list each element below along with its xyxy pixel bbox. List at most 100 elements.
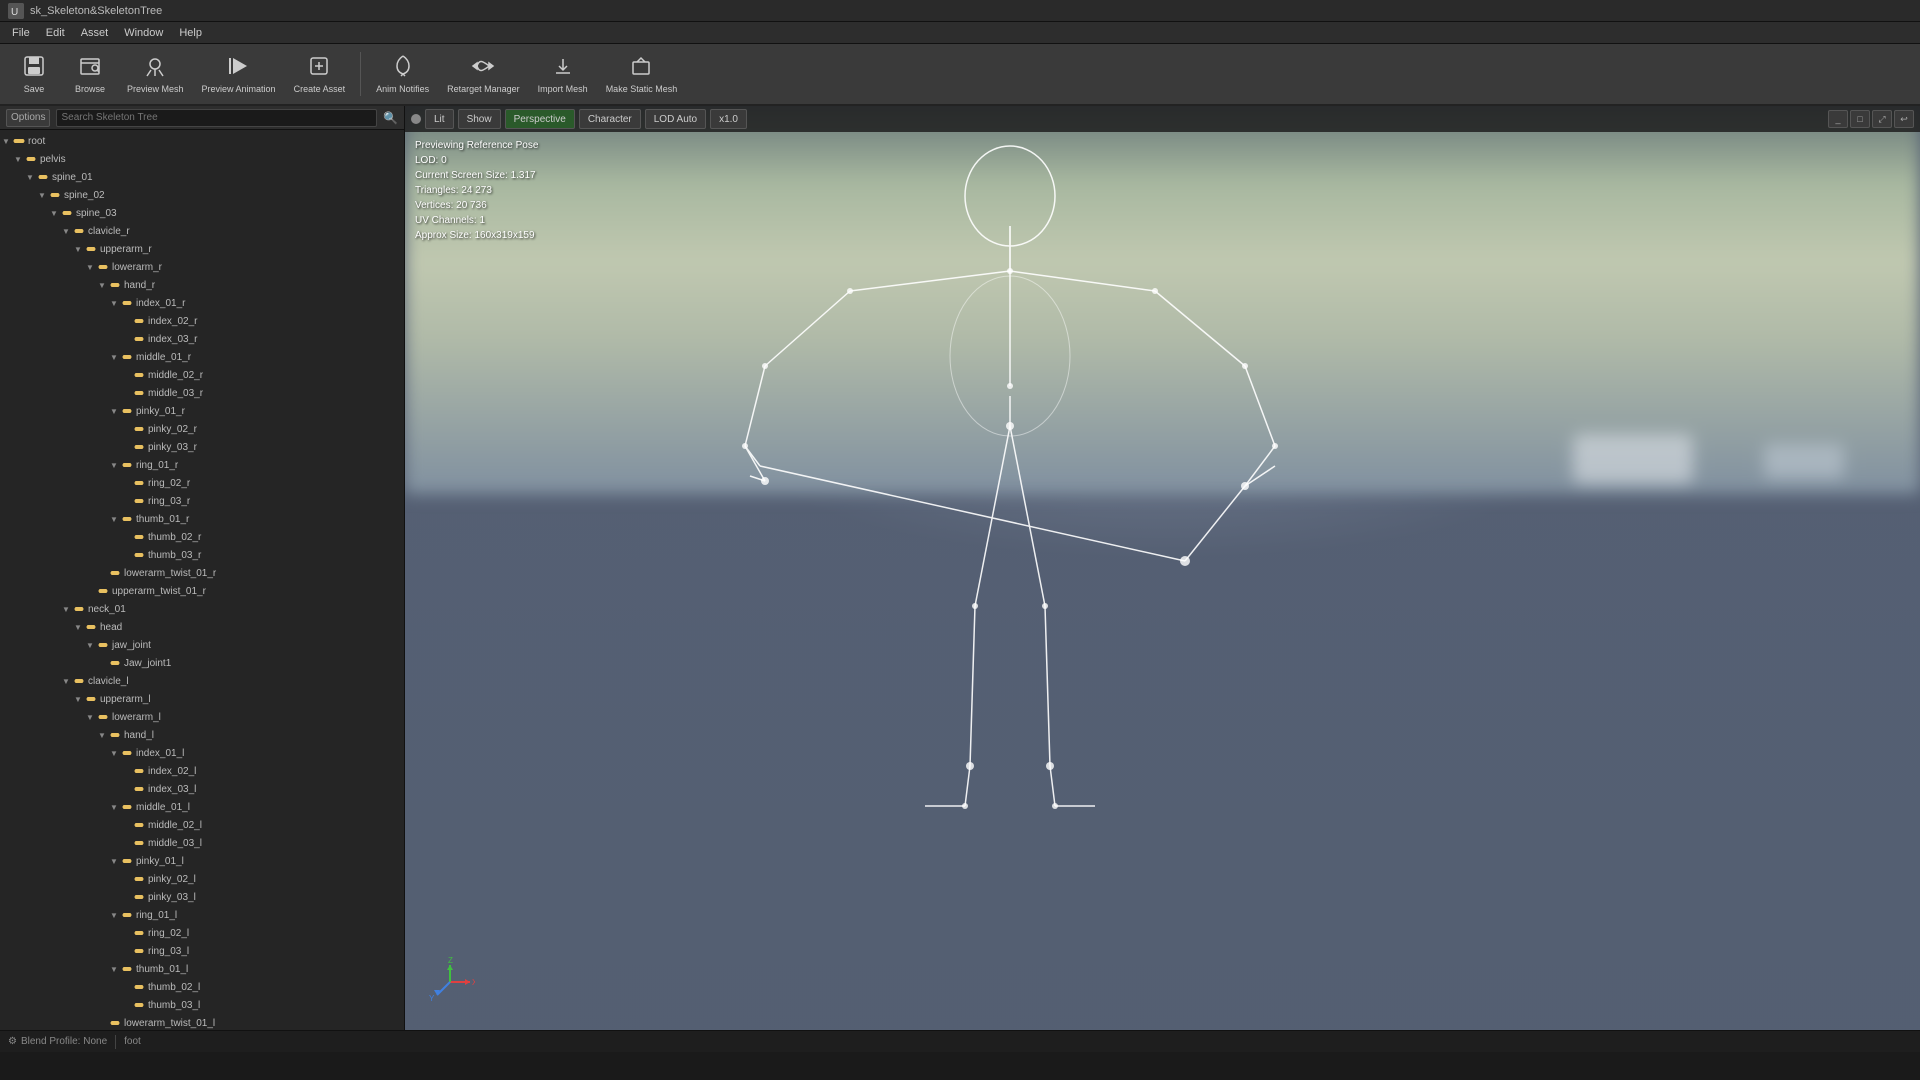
tree-node-thumb_01_l[interactable]: ▼thumb_01_l — [0, 960, 404, 978]
viewport-minimize[interactable]: _ — [1828, 110, 1848, 128]
tree-node-index_01_l[interactable]: ▼index_01_l — [0, 744, 404, 762]
perspective-button[interactable]: Perspective — [505, 109, 575, 129]
viewport-fullscreen[interactable]: ⤢ — [1872, 110, 1892, 128]
menu-help[interactable]: Help — [171, 25, 210, 41]
expand-middle_03_l[interactable] — [120, 837, 132, 849]
tree-node-ring_03_l[interactable]: ring_03_l — [0, 942, 404, 960]
tree-node-middle_01_r[interactable]: ▼middle_01_r — [0, 348, 404, 366]
expand-ring_02_l[interactable] — [120, 927, 132, 939]
tree-node-thumb_03_r[interactable]: thumb_03_r — [0, 546, 404, 564]
tree-node-middle_01_l[interactable]: ▼middle_01_l — [0, 798, 404, 816]
expand-pinky_01_r[interactable]: ▼ — [108, 405, 120, 417]
tree-node-middle_02_l[interactable]: middle_02_l — [0, 816, 404, 834]
tree-node-thumb_01_r[interactable]: ▼thumb_01_r — [0, 510, 404, 528]
expand-middle_02_r[interactable] — [120, 369, 132, 381]
menu-asset[interactable]: Asset — [73, 25, 117, 41]
expand-pelvis[interactable]: ▼ — [12, 153, 24, 165]
tree-node-hand_l[interactable]: ▼hand_l — [0, 726, 404, 744]
tree-node-lowerarm_r[interactable]: ▼lowerarm_r — [0, 258, 404, 276]
expand-index_02_l[interactable] — [120, 765, 132, 777]
tree-node-upperarm_r[interactable]: ▼upperarm_r — [0, 240, 404, 258]
tree-node-spine_01[interactable]: ▼spine_01 — [0, 168, 404, 186]
tree-node-lowerarm_twist_01_r[interactable]: lowerarm_twist_01_r — [0, 564, 404, 582]
tree-node-root[interactable]: ▼root — [0, 132, 404, 150]
tree-node-pelvis[interactable]: ▼pelvis — [0, 150, 404, 168]
save-button[interactable]: Save — [8, 47, 60, 101]
expand-lowerarm_twist_01_r[interactable] — [96, 567, 108, 579]
expand-ring_03_r[interactable] — [120, 495, 132, 507]
expand-hand_r[interactable]: ▼ — [96, 279, 108, 291]
tree-node-clavicle_r[interactable]: ▼clavicle_r — [0, 222, 404, 240]
expand-pinky_02_l[interactable] — [120, 873, 132, 885]
preview-mesh-button[interactable]: Preview Mesh — [120, 47, 191, 101]
expand-index_02_r[interactable] — [120, 315, 132, 327]
tree-node-head[interactable]: ▼head — [0, 618, 404, 636]
tree-node-index_02_r[interactable]: index_02_r — [0, 312, 404, 330]
tree-node-middle_03_l[interactable]: middle_03_l — [0, 834, 404, 852]
anim-notifies-button[interactable]: Anim Notifies — [369, 47, 436, 101]
search-input[interactable] — [56, 109, 377, 127]
viewport-restore[interactable]: ↩ — [1894, 110, 1914, 128]
expand-hand_l[interactable]: ▼ — [96, 729, 108, 741]
expand-pinky_03_r[interactable] — [120, 441, 132, 453]
tree-node-spine_03[interactable]: ▼spine_03 — [0, 204, 404, 222]
tree-node-index_01_r[interactable]: ▼index_01_r — [0, 294, 404, 312]
expand-pinky_03_l[interactable] — [120, 891, 132, 903]
expand-ring_02_r[interactable] — [120, 477, 132, 489]
expand-middle_01_l[interactable]: ▼ — [108, 801, 120, 813]
tree-node-ring_01_l[interactable]: ▼ring_01_l — [0, 906, 404, 924]
browse-button[interactable]: Browse — [64, 47, 116, 101]
expand-middle_02_l[interactable] — [120, 819, 132, 831]
expand-jaw_joint1[interactable] — [96, 657, 108, 669]
expand-spine_03[interactable]: ▼ — [48, 207, 60, 219]
expand-neck_01[interactable]: ▼ — [60, 603, 72, 615]
expand-upperarm_r[interactable]: ▼ — [72, 243, 84, 255]
expand-thumb_03_r[interactable] — [120, 549, 132, 561]
tree-node-thumb_02_l[interactable]: thumb_02_l — [0, 978, 404, 996]
tree-node-jaw_joint[interactable]: ▼jaw_joint — [0, 636, 404, 654]
tree-node-hand_r[interactable]: ▼hand_r — [0, 276, 404, 294]
expand-index_03_r[interactable] — [120, 333, 132, 345]
expand-clavicle_l[interactable]: ▼ — [60, 675, 72, 687]
tree-node-ring_01_r[interactable]: ▼ring_01_r — [0, 456, 404, 474]
expand-ring_01_l[interactable]: ▼ — [108, 909, 120, 921]
expand-thumb_02_l[interactable] — [120, 981, 132, 993]
lit-button[interactable]: Lit — [425, 109, 454, 129]
expand-ring_03_l[interactable] — [120, 945, 132, 957]
tree-node-ring_03_r[interactable]: ring_03_r — [0, 492, 404, 510]
show-button[interactable]: Show — [458, 109, 501, 129]
tree-node-index_03_l[interactable]: index_03_l — [0, 780, 404, 798]
expand-lowerarm_r[interactable]: ▼ — [84, 261, 96, 273]
lod-auto-tab[interactable]: LOD Auto — [645, 109, 706, 129]
expand-middle_03_r[interactable] — [120, 387, 132, 399]
expand-thumb_01_r[interactable]: ▼ — [108, 513, 120, 525]
expand-index_03_l[interactable] — [120, 783, 132, 795]
menu-edit[interactable]: Edit — [38, 25, 73, 41]
tree-node-jaw_joint1[interactable]: Jaw_joint1 — [0, 654, 404, 672]
expand-pinky_01_l[interactable]: ▼ — [108, 855, 120, 867]
zoom-tab[interactable]: x1.0 — [710, 109, 747, 129]
tree-node-lowerarm_l[interactable]: ▼lowerarm_l — [0, 708, 404, 726]
expand-thumb_01_l[interactable]: ▼ — [108, 963, 120, 975]
tree-node-ring_02_r[interactable]: ring_02_r — [0, 474, 404, 492]
expand-clavicle_r[interactable]: ▼ — [60, 225, 72, 237]
tree-node-middle_02_r[interactable]: middle_02_r — [0, 366, 404, 384]
expand-upperarm_l[interactable]: ▼ — [72, 693, 84, 705]
tree-node-thumb_03_l[interactable]: thumb_03_l — [0, 996, 404, 1014]
make-static-mesh-button[interactable]: Make Static Mesh — [599, 47, 685, 101]
expand-thumb_02_r[interactable] — [120, 531, 132, 543]
expand-upperarm_twist_01_r[interactable] — [84, 585, 96, 597]
expand-lowerarm_twist_01_l[interactable] — [96, 1017, 108, 1029]
expand-ring_01_r[interactable]: ▼ — [108, 459, 120, 471]
tree-node-upperarm_twist_01_r[interactable]: upperarm_twist_01_r — [0, 582, 404, 600]
options-button[interactable]: Options — [6, 109, 50, 127]
tree-node-pinky_02_r[interactable]: pinky_02_r — [0, 420, 404, 438]
character-tab[interactable]: Character — [579, 109, 641, 129]
viewport-maximize[interactable]: □ — [1850, 110, 1870, 128]
preview-animation-button[interactable]: Preview Animation — [195, 47, 283, 101]
tree-node-pinky_01_r[interactable]: ▼pinky_01_r — [0, 402, 404, 420]
tree-node-middle_03_r[interactable]: middle_03_r — [0, 384, 404, 402]
expand-index_01_r[interactable]: ▼ — [108, 297, 120, 309]
tree-node-pinky_03_r[interactable]: pinky_03_r — [0, 438, 404, 456]
expand-root[interactable]: ▼ — [0, 135, 12, 147]
